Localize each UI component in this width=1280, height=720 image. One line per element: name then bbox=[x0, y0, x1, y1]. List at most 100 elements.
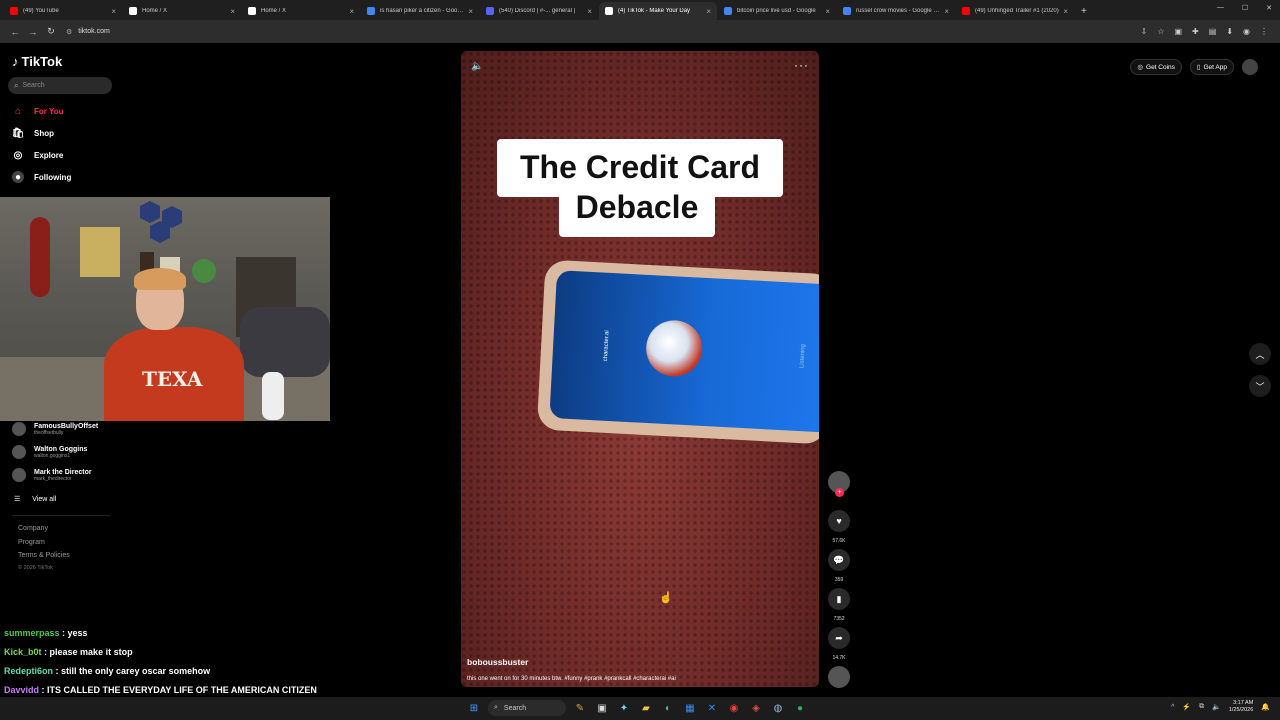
bookmark-star-icon[interactable]: ☆ bbox=[1157, 27, 1164, 36]
get-coins-button[interactable]: ◎ Get Coins bbox=[1130, 59, 1182, 75]
install-icon[interactable]: ⇩ bbox=[1141, 27, 1148, 36]
like-count: 57.6K bbox=[832, 538, 846, 544]
following-account[interactable]: FamousBullyOffset theoffsetbully bbox=[12, 422, 98, 436]
tab-close-icon[interactable]: × bbox=[111, 7, 116, 16]
browser-tab[interactable]: (540) Discord | #-... general | × bbox=[480, 2, 598, 20]
nav-shop[interactable]: 🛍 Shop bbox=[12, 127, 54, 139]
tab-close-icon[interactable]: × bbox=[825, 7, 830, 16]
notification-bell-icon[interactable]: 🔔 bbox=[1261, 703, 1270, 711]
browser-tab[interactable]: (49) YouTube × bbox=[4, 2, 122, 20]
comment-icon: 💬 bbox=[828, 549, 850, 571]
new-tab-button[interactable]: + bbox=[1081, 2, 1087, 20]
steam-icon[interactable]: ◍ bbox=[770, 700, 786, 716]
video-creator[interactable]: boboussbuster bbox=[467, 657, 528, 667]
nav-following[interactable]: ● Following bbox=[12, 171, 71, 183]
share-button[interactable]: ➦ 14.7K bbox=[828, 627, 850, 661]
previous-video-button[interactable]: ︿ bbox=[1249, 343, 1271, 365]
red-sweatshirt: TEXA bbox=[104, 327, 244, 421]
search-placeholder: Search bbox=[22, 82, 45, 89]
forward-button[interactable]: → bbox=[24, 27, 42, 37]
sidepanel-icon[interactable]: ▤ bbox=[1209, 27, 1217, 36]
next-video-button[interactable]: ﹀ bbox=[1249, 375, 1271, 397]
maximize-button[interactable]: ☐ bbox=[1242, 4, 1248, 12]
search-icon: ⌕ bbox=[14, 80, 19, 90]
tab-close-icon[interactable]: × bbox=[1063, 7, 1068, 16]
clock[interactable]: 3:17 AM 1/25/2026 bbox=[1229, 700, 1253, 714]
address-bar[interactable]: ⚙ tiktok.com bbox=[66, 28, 1141, 36]
search-input[interactable]: ⌕ Search bbox=[8, 77, 112, 94]
get-coins-label: Get Coins bbox=[1146, 63, 1175, 71]
chevron-up-icon[interactable]: ^ bbox=[1171, 704, 1174, 711]
windows-taskbar: ⊞ ⌕ Search ✎ ▣ ✦ ▰ ◐ ▦ ✕ ◉ ◈ ◍ ● ^ ⚡ ⧉ 🔈… bbox=[0, 697, 1280, 720]
extensions-puzzle-icon[interactable]: ✚ bbox=[1192, 27, 1199, 36]
browser-tab[interactable]: is hasan piker a citizen - Google × bbox=[361, 2, 479, 20]
extension-icon[interactable]: ▣ bbox=[1174, 27, 1182, 36]
edge-icon[interactable]: ◐ bbox=[660, 700, 676, 716]
network-icon[interactable]: ⧉ bbox=[1199, 703, 1204, 711]
browser-menu-icon[interactable]: ⋮ bbox=[1260, 27, 1268, 36]
footer-link-terms[interactable]: Terms & Policies bbox=[18, 552, 70, 559]
browser-tab[interactable]: Home / X × bbox=[123, 2, 241, 20]
task-view-icon[interactable]: ▣ bbox=[594, 700, 610, 716]
tab-title: russel crow movies - Google Se bbox=[856, 8, 941, 14]
account-name: Mark the Director bbox=[34, 468, 92, 476]
google-icon bbox=[724, 7, 732, 15]
browser-tab[interactable]: (4) TikTok - Make Your Day × bbox=[599, 2, 717, 20]
creator-avatar-button[interactable]: + bbox=[828, 471, 850, 497]
browser-tab[interactable]: (49) Unhinged Trailer #1 (2020) × bbox=[956, 2, 1074, 20]
like-button[interactable]: ♥ 57.6K bbox=[828, 510, 850, 544]
comment-count: 359 bbox=[834, 577, 844, 583]
browser-tab-strip: (49) YouTube × Home / X × Home / X × is hasan … bbox=[0, 0, 1280, 20]
site-info-icon[interactable]: ⚙ bbox=[66, 28, 72, 36]
reload-button[interactable]: ↻ bbox=[42, 26, 60, 37]
browser-tab[interactable]: Home / X × bbox=[242, 2, 360, 20]
volume-icon[interactable]: 🔈 bbox=[471, 61, 483, 72]
view-all-link[interactable]: ☰ View all bbox=[14, 495, 56, 504]
footer-link-program[interactable]: Program bbox=[18, 539, 45, 546]
volume-icon[interactable]: 🔈 bbox=[1212, 703, 1221, 711]
taskbar-search[interactable]: ⌕ Search bbox=[488, 700, 566, 716]
nav-for-you[interactable]: ⌂ For You bbox=[12, 105, 64, 117]
tab-close-icon[interactable]: × bbox=[230, 7, 235, 16]
back-button[interactable]: ← bbox=[6, 27, 24, 37]
profile-icon[interactable]: ◉ bbox=[1243, 27, 1250, 36]
vscode-icon[interactable]: ✕ bbox=[704, 700, 720, 716]
chrome-icon[interactable]: ◉ bbox=[726, 700, 742, 716]
windows-start-icon[interactable]: ⊞ bbox=[466, 700, 482, 716]
nav-label: Explore bbox=[34, 150, 64, 160]
pencil-icon[interactable]: ✎ bbox=[572, 700, 588, 716]
minimize-button[interactable]: — bbox=[1217, 4, 1224, 12]
browser-tab[interactable]: russel crow movies - Google Se × bbox=[837, 2, 955, 20]
following-account[interactable]: Mark the Director mark_thedirector bbox=[12, 468, 92, 482]
sound-disc-button[interactable] bbox=[828, 666, 850, 688]
tab-close-icon[interactable]: × bbox=[349, 7, 354, 16]
close-window-button[interactable]: ✕ bbox=[1266, 4, 1272, 12]
tiktok-logo[interactable]: ♪ TikTok bbox=[12, 54, 62, 69]
battery-saver-icon[interactable]: ⚡ bbox=[1182, 703, 1191, 711]
video-description: this one went on for 30 minutes btw. #fu… bbox=[467, 676, 676, 682]
footer-link-company[interactable]: Company bbox=[18, 525, 48, 532]
following-account[interactable]: Walton Goggins walton.goggins1 bbox=[12, 445, 87, 459]
more-options-icon[interactable]: ··· bbox=[794, 58, 809, 72]
comment-button[interactable]: 💬 359 bbox=[828, 549, 850, 583]
browser-tab[interactable]: bitcoin price live usd - Google × bbox=[718, 2, 836, 20]
video-player[interactable]: 🔈 ··· The Credit Card Debacle character.… bbox=[461, 51, 819, 687]
tab-close-icon[interactable]: × bbox=[587, 7, 592, 16]
app-icon[interactable]: ◈ bbox=[748, 700, 764, 716]
chat-text: please make it stop bbox=[49, 647, 133, 657]
nav-label: Following bbox=[34, 172, 72, 182]
follow-plus-icon[interactable]: + bbox=[835, 488, 844, 497]
store-icon[interactable]: ▦ bbox=[682, 700, 698, 716]
spotify-icon[interactable]: ● bbox=[792, 700, 808, 716]
chat-username: Kick_b0t bbox=[4, 647, 42, 657]
tab-close-icon[interactable]: × bbox=[706, 7, 711, 16]
profile-avatar[interactable] bbox=[1242, 59, 1258, 75]
downloads-icon[interactable]: ⬇ bbox=[1226, 27, 1233, 36]
file-explorer-icon[interactable]: ▰ bbox=[638, 700, 654, 716]
copilot-icon[interactable]: ✦ bbox=[616, 700, 632, 716]
save-button[interactable]: ▮ 7352 bbox=[828, 588, 850, 622]
get-app-button[interactable]: ▯ Get App bbox=[1189, 59, 1234, 75]
nav-explore[interactable]: ◎ Explore bbox=[12, 149, 64, 161]
tab-close-icon[interactable]: × bbox=[944, 7, 949, 16]
tab-close-icon[interactable]: × bbox=[468, 7, 473, 16]
